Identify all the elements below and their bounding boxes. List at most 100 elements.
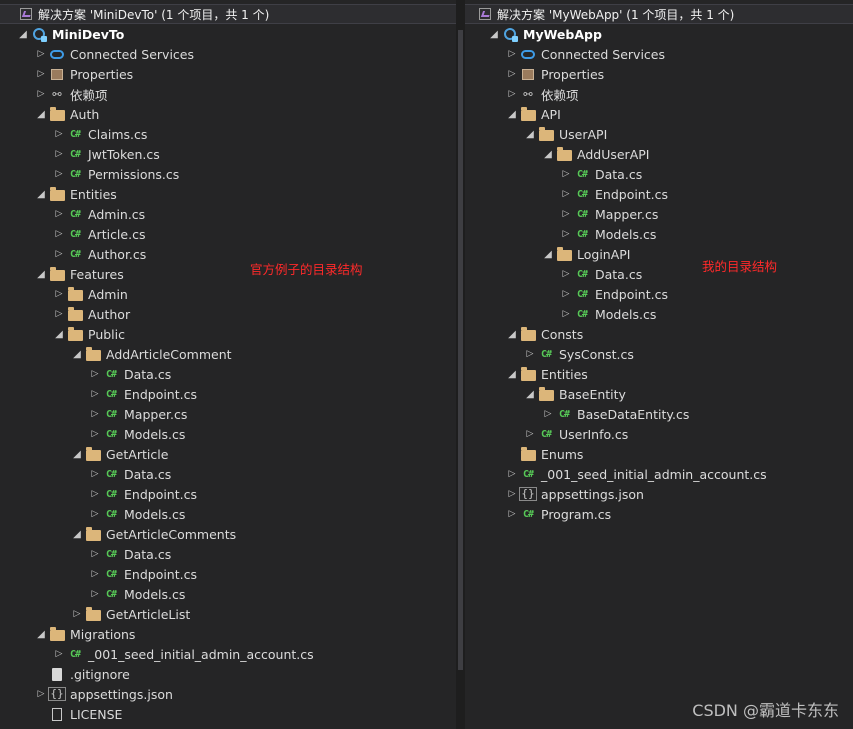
- expanded-arrow-icon[interactable]: ◢: [70, 444, 84, 464]
- tree-item[interactable]: ▷ C# Models.cs: [465, 304, 853, 324]
- expanded-arrow-icon[interactable]: ◢: [523, 124, 537, 144]
- collapsed-arrow-icon[interactable]: ▷: [52, 124, 66, 144]
- tree-item[interactable]: ▷ C# Models.cs: [0, 424, 456, 444]
- collapsed-arrow-icon[interactable]: ▷: [88, 564, 102, 584]
- tree-item[interactable]: ▷ C# Program.cs: [465, 504, 853, 524]
- collapsed-arrow-icon[interactable]: ▷: [88, 464, 102, 484]
- expanded-arrow-icon[interactable]: ◢: [523, 384, 537, 404]
- tree-item[interactable]: ▷ C# Mapper.cs: [0, 404, 456, 424]
- tree-item[interactable]: ▷ C# Endpoint.cs: [465, 184, 853, 204]
- collapsed-arrow-icon[interactable]: ▷: [52, 244, 66, 264]
- collapsed-arrow-icon[interactable]: ▷: [88, 504, 102, 524]
- collapsed-arrow-icon[interactable]: ▷: [34, 684, 48, 704]
- collapsed-arrow-icon[interactable]: ▷: [88, 364, 102, 384]
- tree-item[interactable]: LICENSE: [0, 704, 456, 724]
- tree-item[interactable]: ▷ C# UserInfo.cs: [465, 424, 853, 444]
- tree-item[interactable]: Enums: [465, 444, 853, 464]
- expanded-arrow-icon[interactable]: ◢: [505, 104, 519, 124]
- collapsed-arrow-icon[interactable]: ▷: [559, 284, 573, 304]
- collapsed-arrow-icon[interactable]: ▷: [505, 64, 519, 84]
- tree-item[interactable]: ◢ Public: [0, 324, 456, 344]
- tree-item[interactable]: ▷ C# Data.cs: [0, 544, 456, 564]
- tree-item[interactable]: ▷ C# _001_seed_initial_admin_account.cs: [465, 464, 853, 484]
- collapsed-arrow-icon[interactable]: ▷: [559, 164, 573, 184]
- tree-item[interactable]: ◢ Migrations: [0, 624, 456, 644]
- collapsed-arrow-icon[interactable]: ▷: [505, 84, 519, 104]
- tree-item[interactable]: ▷ C# Admin.cs: [0, 204, 456, 224]
- tree-item[interactable]: ◢ BaseEntity: [465, 384, 853, 404]
- expanded-arrow-icon[interactable]: ◢: [541, 244, 555, 264]
- expanded-arrow-icon[interactable]: ◢: [505, 364, 519, 384]
- expanded-arrow-icon[interactable]: ◢: [505, 324, 519, 344]
- tree-item[interactable]: ▷ C# Endpoint.cs: [465, 284, 853, 304]
- collapsed-arrow-icon[interactable]: ▷: [34, 44, 48, 64]
- tree-item[interactable]: ▷ C# _001_seed_initial_admin_account.cs: [0, 644, 456, 664]
- tree-item[interactable]: ▷ C# Data.cs: [465, 264, 853, 284]
- tree-item[interactable]: ▷ C# Data.cs: [0, 364, 456, 384]
- collapsed-arrow-icon[interactable]: ▷: [559, 204, 573, 224]
- tree-item[interactable]: ▷ C# Permissions.cs: [0, 164, 456, 184]
- tree-item[interactable]: ▷ C# Mapper.cs: [465, 204, 853, 224]
- collapsed-arrow-icon[interactable]: ▷: [52, 144, 66, 164]
- collapsed-arrow-icon[interactable]: ▷: [559, 304, 573, 324]
- tree-item[interactable]: ▷ Properties: [0, 64, 456, 84]
- expanded-arrow-icon[interactable]: ◢: [16, 24, 30, 44]
- collapsed-arrow-icon[interactable]: ▷: [541, 404, 555, 424]
- collapsed-arrow-icon[interactable]: ▷: [34, 84, 48, 104]
- tree-item[interactable]: ▷ C# Claims.cs: [0, 124, 456, 144]
- tree-item[interactable]: ▷ C# Endpoint.cs: [0, 484, 456, 504]
- tree-item[interactable]: ▷ C# Author.cs: [0, 244, 456, 264]
- collapsed-arrow-icon[interactable]: ▷: [52, 224, 66, 244]
- tree-item[interactable]: ▷ Properties: [465, 64, 853, 84]
- collapsed-arrow-icon[interactable]: ▷: [52, 284, 66, 304]
- expanded-arrow-icon[interactable]: ◢: [34, 624, 48, 644]
- collapsed-arrow-icon[interactable]: ▷: [505, 484, 519, 504]
- tree-item[interactable]: ▷ ⚯ 依赖项: [465, 84, 853, 104]
- collapsed-arrow-icon[interactable]: ▷: [88, 544, 102, 564]
- tree-item[interactable]: ▷ C# BaseDataEntity.cs: [465, 404, 853, 424]
- tree-item[interactable]: ▷ C# Data.cs: [0, 464, 456, 484]
- tree-item[interactable]: ◢ Auth: [0, 104, 456, 124]
- expanded-arrow-icon[interactable]: ◢: [34, 264, 48, 284]
- tree-item[interactable]: ▷ C# Models.cs: [0, 584, 456, 604]
- tree-item[interactable]: ▷ ⚯ 依赖项: [0, 84, 456, 104]
- expanded-arrow-icon[interactable]: ◢: [487, 24, 501, 44]
- collapsed-arrow-icon[interactable]: ▷: [88, 424, 102, 444]
- solution-header[interactable]: 解决方案 'MiniDevTo' (1 个项目，共 1 个): [0, 4, 456, 24]
- tree-item[interactable]: ▷ GetArticleList: [0, 604, 456, 624]
- tree-item[interactable]: ◢ GetArticleComments: [0, 524, 456, 544]
- tree-item[interactable]: ◢ Entities: [0, 184, 456, 204]
- tree-item[interactable]: ▷ C# JwtToken.cs: [0, 144, 456, 164]
- collapsed-arrow-icon[interactable]: ▷: [88, 584, 102, 604]
- tree-item[interactable]: ▷ C# Models.cs: [465, 224, 853, 244]
- tree-item[interactable]: ◢ GetArticle: [0, 444, 456, 464]
- expanded-arrow-icon[interactable]: ◢: [34, 104, 48, 124]
- collapsed-arrow-icon[interactable]: ▷: [52, 644, 66, 664]
- expanded-arrow-icon[interactable]: ◢: [34, 184, 48, 204]
- tree-item[interactable]: ▷ C# Models.cs: [0, 504, 456, 524]
- collapsed-arrow-icon[interactable]: ▷: [559, 184, 573, 204]
- scrollbar-thumb[interactable]: [458, 30, 463, 670]
- tree-item[interactable]: ▷ C# SysConst.cs: [465, 344, 853, 364]
- collapsed-arrow-icon[interactable]: ▷: [34, 64, 48, 84]
- tree-item[interactable]: ◢ Entities: [465, 364, 853, 384]
- collapsed-arrow-icon[interactable]: ▷: [505, 464, 519, 484]
- tree-item[interactable]: ▷ C# Endpoint.cs: [0, 564, 456, 584]
- expanded-arrow-icon[interactable]: ◢: [52, 324, 66, 344]
- tree-item[interactable]: ◢ API: [465, 104, 853, 124]
- tree-item[interactable]: ◢ MyWebApp: [465, 24, 853, 44]
- tree-item[interactable]: ◢ MiniDevTo: [0, 24, 456, 44]
- tree-item[interactable]: ◢ Features: [0, 264, 456, 284]
- vertical-scrollbar[interactable]: [456, 0, 465, 729]
- tree-item[interactable]: ▷ C# Data.cs: [465, 164, 853, 184]
- tree-item[interactable]: ▷{} appsettings.json: [0, 684, 456, 704]
- collapsed-arrow-icon[interactable]: ▷: [523, 344, 537, 364]
- tree-item[interactable]: ◢ LoginAPI: [465, 244, 853, 264]
- collapsed-arrow-icon[interactable]: ▷: [88, 384, 102, 404]
- tree-item[interactable]: ▷ C# Article.cs: [0, 224, 456, 244]
- tree-item[interactable]: .gitignore: [0, 664, 456, 684]
- tree-item[interactable]: ▷ Connected Services: [0, 44, 456, 64]
- collapsed-arrow-icon[interactable]: ▷: [52, 304, 66, 324]
- expanded-arrow-icon[interactable]: ◢: [70, 344, 84, 364]
- tree-item[interactable]: ▷ Author: [0, 304, 456, 324]
